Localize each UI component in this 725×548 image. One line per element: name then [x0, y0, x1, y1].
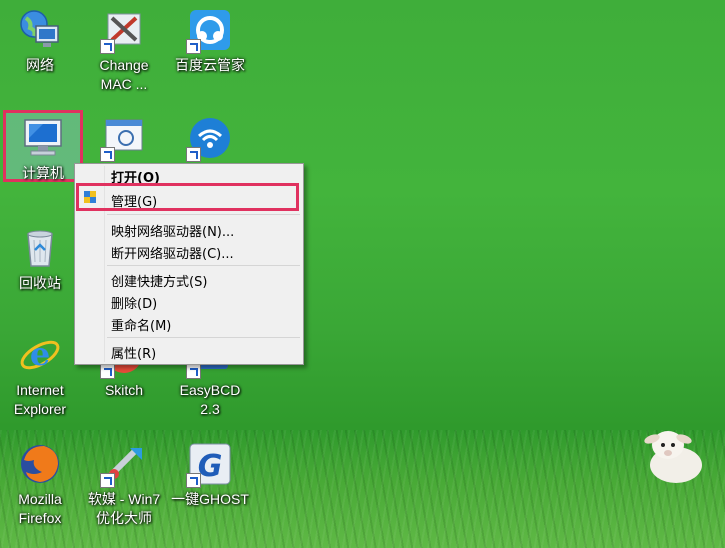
menu-item-rename[interactable]: 重命名(M) — [111, 315, 171, 334]
desktop-icon-ruanmei[interactable]: 软媒 - Win7 优化大师 — [84, 442, 164, 528]
firefox-icon — [18, 442, 62, 486]
desktop-icon-ghost[interactable]: G 一键GHOST — [170, 442, 250, 509]
svg-text:e: e — [30, 335, 50, 373]
ie-label-line2: Explorer — [13, 401, 67, 417]
manage-highlight-box — [76, 183, 299, 211]
desktop-icon-change-mac[interactable]: Change MAC ... — [84, 8, 164, 94]
desktop-icon-internet-explorer[interactable]: e Internet Explorer — [0, 333, 80, 419]
shortcut-arrow-icon — [186, 364, 201, 379]
easybcd-label-line1: EasyBCD — [179, 382, 241, 398]
recycle-bin-label: 回收站 — [19, 275, 61, 291]
baidu-cloud-label: 百度云管家 — [175, 57, 245, 73]
skitch-label: Skitch — [104, 382, 144, 398]
menu-separator — [107, 337, 300, 338]
desktop-icon-partial-app[interactable] — [84, 116, 164, 164]
ruanmei-label-line1: 软媒 - Win7 — [87, 491, 161, 507]
shortcut-arrow-icon — [186, 147, 201, 162]
network-label: 网络 — [26, 57, 54, 73]
desktop-icon-wifi[interactable] — [170, 116, 250, 164]
network-icon — [18, 8, 62, 52]
ruanmei-label-line2: 优化大师 — [96, 510, 152, 526]
shortcut-arrow-icon — [186, 39, 201, 54]
ruanmei-icon — [100, 442, 146, 488]
shortcut-arrow-icon — [100, 364, 115, 379]
svg-text:G: G — [198, 449, 223, 484]
desktop[interactable]: 网络 Change MAC ... 百度云管家 计算机 回收站 e Intern… — [0, 0, 725, 548]
menu-item-disconnect-network-drive[interactable]: 断开网络驱动器(C)... — [111, 243, 234, 262]
menu-item-create-shortcut[interactable]: 创建快捷方式(S) — [111, 271, 207, 290]
menu-item-map-network-drive[interactable]: 映射网络驱动器(N)... — [111, 221, 234, 240]
change-mac-label-line1: Change — [99, 57, 149, 73]
shortcut-arrow-icon — [100, 473, 115, 488]
window-app-icon — [100, 116, 146, 162]
shortcut-arrow-icon — [186, 473, 201, 488]
ghost-icon: G — [186, 442, 232, 488]
internet-explorer-icon: e — [18, 333, 62, 377]
ie-label-line1: Internet — [16, 382, 64, 398]
lamb-image — [638, 425, 708, 485]
wifi-icon — [186, 116, 232, 162]
firefox-label-line2: Firefox — [18, 510, 62, 526]
change-mac-label-line2: MAC ... — [100, 76, 148, 92]
desktop-icon-computer[interactable]: 计算机 — [3, 116, 83, 183]
computer-icon — [21, 116, 65, 160]
desktop-icon-network[interactable]: 网络 — [0, 8, 80, 75]
recycle-bin-icon — [18, 226, 62, 270]
menu-item-properties[interactable]: 属性(R) — [111, 343, 156, 362]
menu-separator — [107, 265, 300, 266]
firefox-label-line1: Mozilla — [18, 491, 62, 507]
desktop-icon-baidu-cloud[interactable]: 百度云管家 — [170, 8, 250, 75]
computer-label: 计算机 — [22, 165, 64, 181]
baidu-cloud-icon — [186, 8, 232, 54]
desktop-icon-firefox[interactable]: Mozilla Firefox — [0, 442, 80, 528]
shortcut-arrow-icon — [100, 147, 115, 162]
ghost-label: 一键GHOST — [171, 491, 249, 507]
menu-separator — [107, 214, 300, 215]
desktop-icon-recycle-bin[interactable]: 回收站 — [0, 226, 80, 293]
change-mac-icon — [100, 8, 146, 54]
menu-item-delete[interactable]: 删除(D) — [111, 293, 157, 312]
easybcd-label-line2: 2.3 — [200, 401, 220, 417]
shortcut-arrow-icon — [100, 39, 115, 54]
